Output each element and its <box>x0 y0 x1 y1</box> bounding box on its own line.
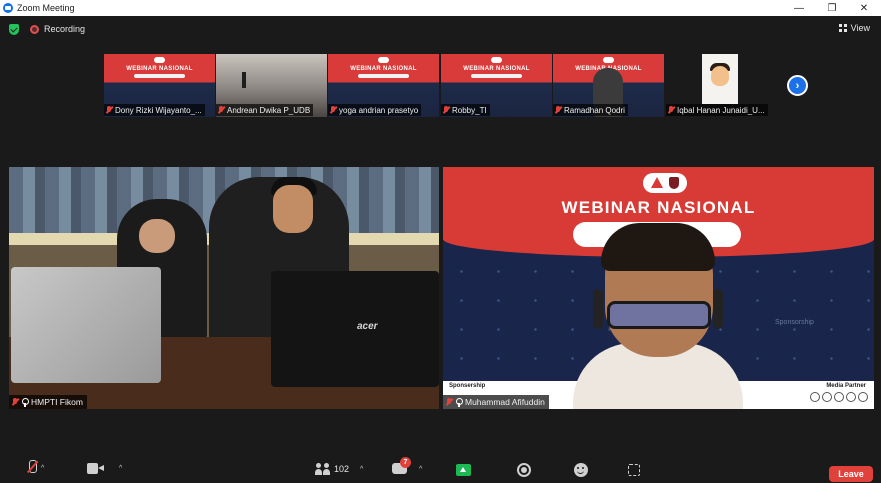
security-shield-icon[interactable] <box>9 24 19 35</box>
apps-button[interactable] <box>628 464 640 476</box>
participant-tile[interactable]: WEBINAR NASIONAL Robby_TI <box>441 54 552 117</box>
profile-photo <box>242 72 246 88</box>
mic-muted-icon <box>106 106 112 114</box>
video-tile-hmpti[interactable]: acer HMPTI Fikom <box>9 167 439 409</box>
chevron-up-icon[interactable]: ^ <box>41 465 44 472</box>
participant-name: Andrean Dwika P_UDB <box>227 105 311 115</box>
participant-name-tag: Andrean Dwika P_UDB <box>216 104 314 116</box>
meeting-topbar: Recording View <box>0 16 881 42</box>
participant-name-tag: Iqbal Hanan Junaidi_U... <box>666 104 768 116</box>
webinar-title: WEBINAR NASIONAL <box>561 198 756 217</box>
banner-logo <box>154 57 165 63</box>
mic-muted-icon <box>443 106 449 114</box>
participants-button[interactable]: 102 ^ <box>315 463 363 475</box>
banner-logo <box>603 57 614 63</box>
banner-title: WEBINAR NASIONAL <box>350 66 417 72</box>
mic-muted-icon <box>330 106 336 114</box>
chat-unread-badge: 7 <box>400 457 411 468</box>
media-partner-label: Media Partner <box>826 383 866 389</box>
chevron-up-icon[interactable]: ^ <box>419 466 422 473</box>
laptop-silver <box>11 267 161 383</box>
view-button[interactable]: View <box>838 23 870 33</box>
banner-pill <box>471 74 522 78</box>
banner-title: WEBINAR NASIONAL <box>463 66 530 72</box>
participant-tile[interactable]: WEBINAR NASIONAL yoga andrian prasetyo <box>328 54 439 117</box>
record-icon <box>517 463 531 477</box>
participants-count: 102 <box>334 464 350 474</box>
participant-tile[interactable]: WEBINAR NASIONAL Ramadhan Qodri <box>553 54 664 117</box>
unmute-button[interactable]: ^ <box>26 460 44 476</box>
participant-tile[interactable]: Andrean Dwika P_UDB <box>216 54 327 117</box>
participant-tile[interactable]: Iqbal Hanan Junaidi_U... <box>666 54 777 117</box>
pin-icon <box>455 397 463 407</box>
banner-pill <box>134 74 185 78</box>
record-button[interactable] <box>517 463 531 477</box>
video-name-tag: HMPTI Fikom <box>9 395 87 409</box>
minimize-button[interactable]: — <box>785 0 813 16</box>
chevron-up-icon[interactable]: ^ <box>119 465 122 472</box>
video-tile-muhammad[interactable]: WEBINAR NASIONAL AI E... ...AMMING Spons… <box>443 167 874 409</box>
background-watermark: Sponsorship <box>775 319 814 326</box>
video-camera-icon <box>87 463 104 474</box>
banner-logo <box>491 57 502 63</box>
mic-muted-icon <box>668 106 674 114</box>
zoom-app-icon <box>3 3 13 13</box>
mic-muted-icon <box>555 106 561 114</box>
participant-name-tag: Robby_TI <box>441 104 490 116</box>
presenter <box>573 223 743 409</box>
participant-name: Ramadhan Qodri <box>564 105 625 115</box>
meeting-toolbar: ^ ^ 102 ^ 7 ^ <box>0 452 881 480</box>
avatar <box>702 54 738 104</box>
participant-name: yoga andrian prasetyo <box>339 105 419 115</box>
apps-icon <box>628 464 640 476</box>
banner-logo <box>378 57 389 63</box>
media-partner-logos <box>810 392 868 402</box>
sponsor-label: Sponsership <box>449 383 486 389</box>
chat-icon: 7 <box>392 457 411 475</box>
view-label: View <box>850 23 870 33</box>
share-screen-button[interactable] <box>456 464 471 476</box>
close-button[interactable]: ✕ <box>850 0 878 16</box>
mic-muted-icon <box>26 460 38 476</box>
participant-name-tag: Dony Rizki Wijayanto_... <box>104 104 205 116</box>
event-logo <box>643 173 687 193</box>
share-screen-icon <box>456 464 471 476</box>
participants-icon <box>315 463 331 475</box>
start-video-button[interactable]: ^ <box>87 463 122 474</box>
participant-name: Dony Rizki Wijayanto_... <box>115 105 202 115</box>
participant-tile[interactable]: WEBINAR NASIONAL Dony Rizki Wijayanto_..… <box>104 54 215 117</box>
reactions-icon <box>574 463 588 477</box>
grid-view-icon <box>838 24 847 32</box>
chevron-right-icon: › <box>795 79 800 92</box>
laptop-brand-logo: acer <box>357 321 378 332</box>
participant-name: Muhammad Afifuddin <box>465 397 545 407</box>
participant-name-tag: yoga andrian prasetyo <box>328 104 422 116</box>
participant-name-tag: Ramadhan Qodri <box>553 104 628 116</box>
restore-button[interactable]: ❐ <box>818 0 846 16</box>
mic-muted-icon <box>446 398 452 406</box>
recording-label: Recording <box>44 24 86 34</box>
participant-name: HMPTI Fikom <box>31 397 83 407</box>
mic-muted-icon <box>218 106 224 114</box>
mic-muted-icon <box>12 398 18 406</box>
chevron-up-icon[interactable]: ^ <box>360 466 363 473</box>
video-name-tag: Muhammad Afifuddin <box>443 395 549 409</box>
participant-name: Robby_TI <box>452 105 487 115</box>
pin-icon <box>21 397 29 407</box>
recording-icon <box>30 25 39 34</box>
participant-name: Iqbal Hanan Junaidi_U... <box>677 105 765 115</box>
window-title: Zoom Meeting <box>17 3 75 13</box>
banner-title: WEBINAR NASIONAL <box>126 66 193 72</box>
banner-pill <box>358 74 409 78</box>
window-titlebar: Zoom Meeting — ❐ ✕ <box>0 0 881 16</box>
next-page-button[interactable]: › <box>787 75 808 96</box>
reactions-button[interactable] <box>574 463 588 477</box>
laptop-black: acer <box>271 271 439 387</box>
chat-button[interactable]: 7 ^ <box>392 457 422 475</box>
